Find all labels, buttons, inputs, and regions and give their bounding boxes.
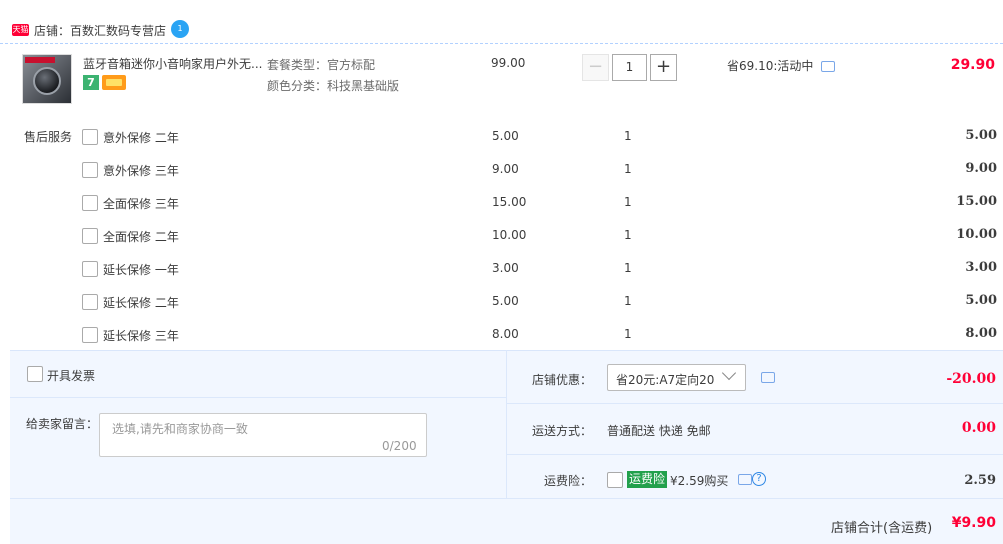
coupon-label: 店铺优惠： bbox=[532, 373, 593, 387]
service-total: 9.00 bbox=[965, 161, 997, 176]
help-icon[interactable]: ? bbox=[752, 472, 766, 486]
message-placeholder: 选填,请先和商家协商一致 bbox=[112, 422, 248, 436]
tmall-logo-icon: 天猫 bbox=[12, 24, 29, 36]
unit-price: 99.00 bbox=[491, 56, 526, 70]
service-row: 延长保修 二年 5.00 1 5.00 bbox=[0, 284, 1003, 317]
service-checkbox[interactable] bbox=[82, 162, 98, 178]
item-subtotal: 29.90 bbox=[950, 57, 995, 73]
freight-insurance-label: 运费险： bbox=[544, 474, 593, 488]
service-checkbox[interactable] bbox=[82, 195, 98, 211]
divider bbox=[10, 498, 1003, 499]
product-title-link[interactable]: 蓝牙音箱迷你小音响家用户外无... bbox=[83, 55, 265, 72]
message-label: 给卖家留言： bbox=[26, 417, 99, 431]
service-qty: 1 bbox=[624, 195, 632, 209]
service-checkbox[interactable] bbox=[82, 228, 98, 244]
service-name: 延长保修 一年 bbox=[103, 263, 179, 277]
service-price: 8.00 bbox=[492, 327, 519, 341]
freight-insurance-badge: 运费险 bbox=[627, 471, 668, 488]
invoice-checkbox[interactable] bbox=[27, 366, 43, 382]
service-qty: 1 bbox=[624, 327, 632, 341]
quantity-increase-button[interactable]: + bbox=[650, 54, 677, 81]
service-price: 15.00 bbox=[492, 195, 527, 209]
divider bbox=[506, 350, 507, 498]
service-checkbox[interactable] bbox=[82, 129, 98, 145]
service-total: 5.00 bbox=[965, 128, 997, 143]
shipping-label: 运送方式： bbox=[532, 424, 593, 438]
service-price: 10.00 bbox=[492, 228, 527, 242]
service-row: 全面保修 二年 10.00 1 10.00 bbox=[0, 218, 1003, 251]
service-total: 5.00 bbox=[965, 293, 997, 308]
coupon-selected-value: 省20元:A7定向20 bbox=[616, 373, 715, 387]
quantity-decrease-button[interactable]: − bbox=[582, 54, 609, 81]
service-total: 15.00 bbox=[956, 194, 997, 209]
sku-color: 颜色分类：科技黑基础版 bbox=[267, 79, 400, 93]
shipping-method: 普通配送 快递 免邮 bbox=[607, 424, 711, 438]
service-total: 10.00 bbox=[956, 227, 997, 242]
service-price: 3.00 bbox=[492, 261, 519, 275]
service-total: 3.00 bbox=[965, 260, 997, 275]
divider bbox=[506, 403, 1003, 404]
coupon-amount: -20.00 bbox=[946, 371, 996, 387]
service-name: 全面保修 三年 bbox=[103, 197, 179, 211]
credit-card-icon bbox=[102, 75, 126, 90]
service-checkbox[interactable] bbox=[82, 294, 98, 310]
wangwang-chat-icon[interactable]: 1 bbox=[171, 20, 189, 38]
service-checkbox[interactable] bbox=[82, 327, 98, 343]
freight-insurance-amount: 2.59 bbox=[964, 473, 996, 488]
service-name: 意外保修 三年 bbox=[103, 164, 179, 178]
service-row: 延长保修 一年 3.00 1 3.00 bbox=[0, 251, 1003, 284]
comment-icon[interactable] bbox=[821, 61, 835, 72]
speaker-image bbox=[33, 67, 61, 95]
freight-insurance-price: ¥2.59购买 bbox=[670, 474, 729, 488]
divider bbox=[10, 397, 506, 398]
service-row: 意外保修 二年 5.00 1 5.00 bbox=[0, 119, 1003, 152]
service-qty: 1 bbox=[624, 228, 632, 242]
divider bbox=[506, 454, 1003, 455]
service-name: 意外保修 二年 bbox=[103, 131, 179, 145]
comment-icon[interactable] bbox=[738, 474, 752, 485]
store-total-label: 店铺合计(含运费) bbox=[831, 521, 933, 536]
service-qty: 1 bbox=[624, 261, 632, 275]
service-row: 延长保修 三年 8.00 1 8.00 bbox=[0, 317, 1003, 350]
promo-text: 省69.10:活动中 bbox=[727, 59, 814, 73]
sku-package-type: 套餐类型：官方标配 bbox=[267, 58, 376, 72]
service-qty: 1 bbox=[624, 294, 632, 308]
thumb-tag bbox=[25, 57, 55, 63]
product-thumbnail[interactable] bbox=[22, 54, 72, 104]
shipping-amount: 0.00 bbox=[961, 420, 996, 436]
freight-insurance-checkbox[interactable] bbox=[607, 472, 623, 488]
invoice-label: 开具发票 bbox=[47, 369, 96, 383]
seven-day-return-icon: 7 bbox=[83, 75, 99, 90]
comment-icon[interactable] bbox=[761, 372, 775, 383]
service-name: 延长保修 三年 bbox=[103, 329, 179, 343]
store-total-amount: ¥9.90 bbox=[951, 515, 996, 531]
service-price: 9.00 bbox=[492, 162, 519, 176]
service-total: 8.00 bbox=[965, 326, 997, 341]
service-checkbox[interactable] bbox=[82, 261, 98, 277]
service-row: 意外保修 三年 9.00 1 9.00 bbox=[0, 152, 1003, 185]
message-char-count: 0/200 bbox=[382, 439, 417, 453]
quantity-input[interactable]: 1 bbox=[612, 54, 647, 81]
store-name-link[interactable]: 店铺：百数汇数码专营店 bbox=[34, 22, 166, 39]
service-price: 5.00 bbox=[492, 294, 519, 308]
service-name: 全面保修 二年 bbox=[103, 230, 179, 244]
service-qty: 1 bbox=[624, 162, 632, 176]
service-price: 5.00 bbox=[492, 129, 519, 143]
service-name: 延长保修 二年 bbox=[103, 296, 179, 310]
service-qty: 1 bbox=[624, 129, 632, 143]
service-row: 全面保修 三年 15.00 1 15.00 bbox=[0, 185, 1003, 218]
